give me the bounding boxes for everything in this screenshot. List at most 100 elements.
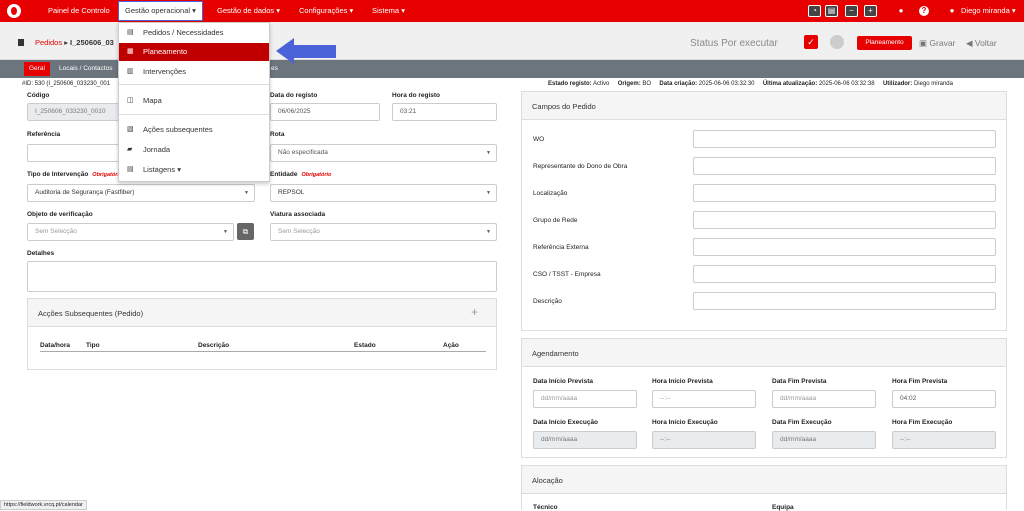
rota-select[interactable]: Não especificada ▼ [270,144,497,162]
table-divider [40,351,486,352]
hora-inicio-execucao-input: --:-- [652,431,756,449]
vodafone-logo[interactable] [7,4,21,18]
objeto-verificacao-select[interactable]: Sem Selecção ▼ [27,223,234,241]
wrench-icon: ▥ [127,68,134,75]
caret-down-icon: ▾ [276,6,280,15]
help-icon[interactable]: ? [919,6,929,16]
menu-item-intervencoes[interactable]: ▥ Intervenções [119,63,269,81]
origem-value: BO [642,81,652,87]
data-fim-prevista-input[interactable]: dd/mm/aaaa [772,390,876,408]
add-accao-icon[interactable]: + [471,305,478,319]
estado-label: Estado registo: [548,81,592,87]
id-card-icon[interactable]: ▤ [825,5,838,17]
breadcrumb-pedidos[interactable]: Pedidos [35,38,62,47]
menu-item-intervencoes-label: Intervenções [143,67,186,76]
field-representante-input[interactable] [693,157,996,175]
col-tipo: Tipo [86,342,100,349]
user-name: Diego miranda [961,6,1010,15]
nav-gestao-operacional[interactable]: Gestão operacional ▾ [118,1,203,21]
criacao-value: 2025-06-06 03:32:30 [698,81,755,87]
viatura-value: Sem Selecção [278,228,320,235]
field-referencia-externa-input[interactable] [693,238,996,256]
document-icon [18,39,24,46]
accoes-panel: Acções Subsequentes (Pedido) + Data/hora… [27,298,497,370]
document-icon: ▤ [127,166,134,173]
nav-sistema[interactable]: Sistema ▾ [372,0,405,22]
bell-icon[interactable]: ● [895,5,907,17]
data-inicio-execucao-input: dd/mm/aaaa [533,431,637,449]
menu-item-mapa[interactable]: ◫ Mapa [119,92,269,110]
hora-inicio-prevista-input[interactable]: --:-- [652,390,756,408]
minus-icon[interactable]: − [845,5,858,17]
breadcrumb: Pedidos ▸ I_250606_03 [35,38,114,47]
planeamento-button[interactable]: Planeamento [857,36,912,50]
list-icon: ▤ [127,29,134,36]
col-acao: Ação [443,342,459,349]
agendamento-panel: Agendamento Data Início Prevista Hora In… [521,338,1007,458]
nav-configuracoes[interactable]: Configurações ▾ [299,0,353,22]
field-localizacao-label: Localização [533,190,568,197]
annotation-arrow-icon [276,38,336,64]
field-localizacao-input[interactable] [693,184,996,202]
back-icon: ◀ [966,38,973,48]
field-cso-input[interactable] [693,265,996,283]
menu-item-pedidos[interactable]: ▤ Pedidos / Necessidades [119,24,269,42]
caret-down-icon: ▾ [1011,6,1016,15]
menu-item-pedidos-label: Pedidos / Necessidades [143,28,224,37]
nav-sistema-label: Sistema [372,6,400,15]
chat-icon[interactable]: ◔ [808,5,821,17]
field-wo-label: WO [533,136,545,143]
record-id: #ID: 530 (I_250606_033230_001 [22,81,111,87]
nav-painel[interactable]: Painel de Controlo [48,0,110,22]
caret-down-icon: ▾ [349,6,354,15]
gravar-button[interactable]: ▣ Gravar [919,38,955,49]
hora-fim-prevista-input[interactable]: 04:02 [892,390,996,408]
plus-icon[interactable]: + [864,5,877,17]
copy-icon[interactable]: ⧉ [237,223,254,240]
map-icon: ◫ [127,97,134,104]
voltar-button[interactable]: ◀ Voltar [966,38,997,49]
voltar-label: Voltar [974,38,997,48]
tipo-intervencao-select[interactable]: Auditoria de Segurança (Fastfiber) ▼ [27,184,255,202]
tab-geral[interactable]: Geral [24,62,50,76]
origem-label: Origem: [617,81,641,87]
menu-item-listagens[interactable]: ▤ Listagens ▾ [119,161,269,179]
hora-fim-execucao-input: --:-- [892,431,996,449]
menu-divider [119,84,269,85]
col-descricao: Descrição [198,342,230,349]
hora-fim-execucao-label: Hora Fim Execução [892,419,953,426]
field-wo-input[interactable] [693,130,996,148]
tab-locais-contactos[interactable]: Locais / Contactos [54,62,117,76]
alocacao-panel-title: Alocação [522,466,1006,494]
nav-gestao-dados[interactable]: Gestão de dados ▾ [217,0,280,22]
viatura-select[interactable]: Sem Selecção ▼ [270,223,497,241]
nav-gestao-dados-label: Gestão de dados [217,6,275,15]
rota-value: Não especificada [278,149,328,156]
hora-registo-label: Hora do registo [392,92,441,99]
field-grupo-rede-input[interactable] [693,211,996,229]
criacao-label: Data criação: [659,81,698,87]
menu-item-jornada[interactable]: ▰ Jornada [119,141,269,159]
caret-down-icon: ▼ [223,229,228,235]
col-data-hora: Data/hora [40,342,70,349]
menu-item-planeamento-label: Planeamento [143,47,188,56]
alocacao-panel: Alocação Técnico Equipa [521,465,1007,511]
referencia-label: Referência [27,131,61,138]
agendamento-panel-title: Agendamento [522,339,1006,367]
gestao-operacional-menu: ▤ Pedidos / Necessidades ▦ Planeamento ▥ In… [118,22,270,182]
data-inicio-prevista-input[interactable]: dd/mm/aaaa [533,390,637,408]
nav-gestao-operacional-label: Gestão operacional [125,6,191,15]
tipo-intervencao-label: Tipo de Intervenção Obrigatório [27,171,122,178]
field-descricao-input[interactable] [693,292,996,310]
data-fim-execucao-input: dd/mm/aaaa [772,431,876,449]
required-tag: Obrigatório [301,172,332,178]
menu-item-planeamento[interactable]: ▦ Planeamento [119,43,269,61]
detalhes-textarea[interactable] [27,261,497,292]
data-inicio-execucao-label: Data Início Execução [533,419,599,426]
data-registo-field[interactable]: 06/06/2025 [270,103,380,121]
user-menu[interactable]: Diego miranda ▾ [961,0,1016,22]
hora-registo-field[interactable]: 03:21 [392,103,497,121]
tipo-intervencao-label-text: Tipo de Intervenção [27,171,89,178]
entidade-select[interactable]: REPSOL ▼ [270,184,497,202]
menu-item-acoes-subsequentes[interactable]: ▧ Ações subsequentes [119,121,269,139]
